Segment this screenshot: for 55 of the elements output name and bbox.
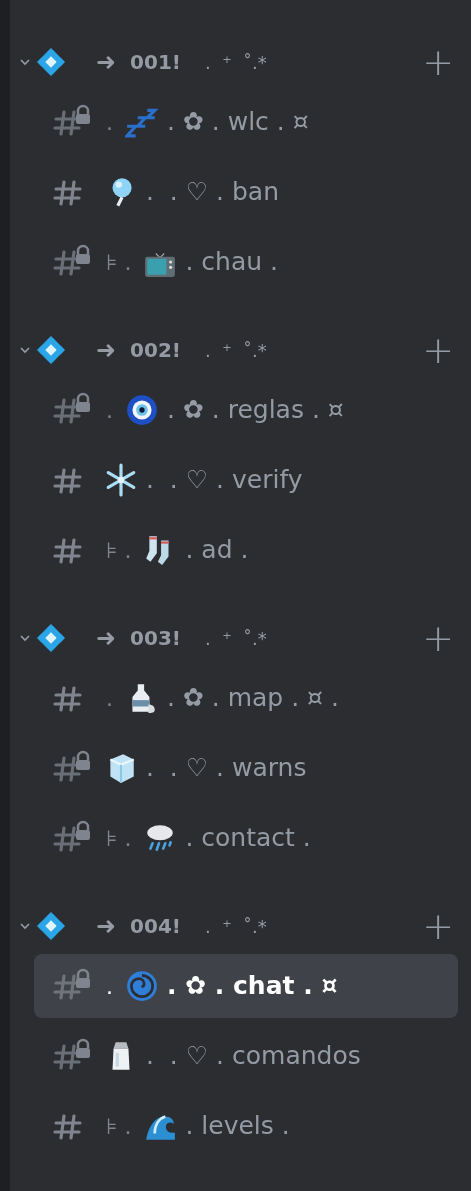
channel-name: . levels . — [185, 1110, 290, 1143]
channel-item[interactable]: . . ♡ . comandos — [34, 1024, 458, 1088]
eye-icon — [125, 393, 159, 427]
category-decoration: . ⁺ ˚.* — [205, 626, 267, 651]
channel-prefix: . — [106, 684, 113, 713]
channel-prefix: ⊧ . — [106, 824, 132, 853]
channel-item[interactable]: . . ✿ . map . ¤ . — [34, 666, 458, 730]
channel-item[interactable]: . . ♡ . verify — [34, 448, 458, 512]
channel-prefix: ⊧ . — [106, 248, 132, 277]
arrow-glyph: ➜ — [96, 911, 117, 942]
channel-name: . chau . — [185, 246, 278, 279]
channel-prefix: . — [106, 396, 113, 425]
arrow-glyph: ➜ — [96, 623, 117, 654]
category-name[interactable]: 001! — [130, 47, 181, 77]
channel-name: . ✿ . map . ¤ . — [167, 682, 339, 715]
channel-item[interactable]: . . ✿ . wlc . ¤ — [34, 90, 458, 154]
arrow-glyph: ➜ — [96, 335, 117, 366]
channel-item[interactable]: ⊧ . . chau . — [34, 230, 458, 294]
category-name[interactable]: 002! — [130, 335, 181, 365]
channel-item[interactable]: . . ♡ . ban — [34, 160, 458, 224]
category-name[interactable]: 004! — [130, 911, 181, 941]
snowflake-icon — [104, 463, 138, 497]
spiral-icon — [125, 969, 159, 1003]
add-channel-button[interactable]: + — [422, 43, 454, 81]
channel-item[interactable]: ⊧ . . contact . — [34, 806, 458, 870]
channel-name: . ad . — [185, 534, 249, 567]
flower-icon — [36, 47, 66, 77]
add-channel-button[interactable]: + — [422, 619, 454, 657]
channel-name: . ✿ . reglas . ¤ — [167, 394, 344, 427]
flower-icon — [36, 335, 66, 365]
arrow-glyph: ➜ — [96, 47, 117, 78]
category-decoration: . ⁺ ˚.* — [205, 914, 267, 939]
channel-name: . ✿ . chat . ¤ — [167, 970, 338, 1003]
channel-name: . . ♡ . comandos — [146, 1040, 361, 1073]
channel-prefix: . — [106, 108, 113, 137]
category-decoration: . ⁺ ˚.* — [205, 338, 267, 363]
channel-name: . . ♡ . ban — [146, 176, 280, 209]
channel-prefix: ⊧ . — [106, 536, 132, 565]
channel-item[interactable]: . . ♡ . warns — [34, 736, 458, 800]
channel-name: . . ♡ . warns — [146, 752, 307, 785]
flower-icon — [36, 911, 66, 941]
add-channel-button[interactable]: + — [422, 331, 454, 369]
category-name[interactable]: 003! — [130, 623, 181, 653]
channel-item[interactable]: ⊧ . . levels . — [34, 1094, 458, 1158]
add-channel-button[interactable]: + — [422, 907, 454, 945]
channel-item[interactable]: . . ✿ . chat . ¤ — [34, 954, 458, 1018]
flower-icon — [36, 623, 66, 653]
channel-prefix: . — [106, 972, 113, 1001]
channel-item[interactable]: ⊧ . . ad . — [34, 518, 458, 582]
channel-name: . . ♡ . verify — [146, 464, 303, 497]
channel-item[interactable]: . . ✿ . reglas . ¤ — [34, 378, 458, 442]
channel-prefix: ⊧ . — [106, 1112, 132, 1141]
category-decoration: . ⁺ ˚.* — [205, 50, 267, 75]
channel-name: . ✿ . wlc . ¤ — [167, 106, 309, 139]
channel-name: . contact . — [185, 822, 311, 855]
